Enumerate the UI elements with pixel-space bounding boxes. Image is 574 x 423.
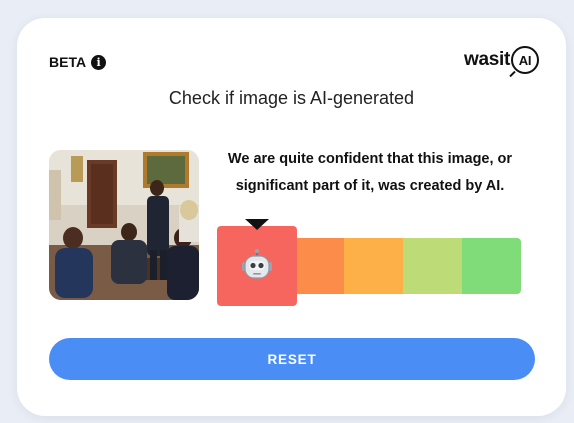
- beta-text: BETA: [49, 54, 87, 70]
- scale-level-4: [403, 238, 462, 294]
- confidence-scale: [285, 238, 521, 294]
- verdict-text: We are quite confident that this image, …: [215, 146, 525, 200]
- page-title: Check if image is AI-generated: [168, 88, 415, 108]
- uploaded-image-photo: [49, 150, 199, 300]
- logo-badge: AI: [511, 46, 539, 74]
- verdict-line-1: We are quite confident that this image, …: [227, 151, 513, 167]
- verdict-line-2: significant part of it, was created by A…: [235, 178, 505, 194]
- scale-level-5: [462, 238, 521, 294]
- reset-button[interactable]: RESET: [49, 338, 535, 380]
- detector-card: BETA i was it AI Check if image is AI-gene…: [17, 18, 566, 416]
- scale-level-1-active: [217, 226, 297, 306]
- scale-level-3: [344, 238, 403, 294]
- uploaded-image: [49, 150, 199, 300]
- logo-prefix: was: [463, 49, 499, 70]
- beta-label: BETA i: [49, 54, 107, 70]
- robot-icon: [242, 249, 272, 279]
- logo-accent: it: [498, 49, 510, 70]
- scale-pointer-icon: [245, 219, 269, 230]
- wasitai-logo: was it AI: [464, 46, 539, 74]
- info-icon[interactable]: i: [91, 54, 107, 70]
